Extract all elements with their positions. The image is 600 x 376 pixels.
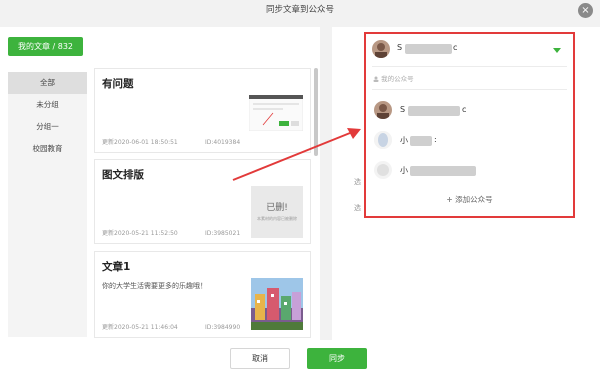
- account-item[interactable]: 小 :: [366, 128, 573, 153]
- account-name-suffix: c: [462, 105, 467, 114]
- article-card[interactable]: 文章1 你的大学生活需要更多的乐趣哦！ 更新2020-05-21 11:46:0…: [94, 251, 311, 338]
- article-title: 有问题: [102, 78, 134, 90]
- group-item-campus-education[interactable]: 校园教育: [8, 138, 87, 160]
- account-name-suffix: :: [434, 135, 437, 144]
- section-header: 我的公众号: [373, 73, 414, 83]
- divider: [372, 89, 567, 90]
- deleted-thumb-caption: 本素材的内容已被删除: [257, 216, 297, 221]
- account-item[interactable]: S c: [366, 98, 573, 123]
- divider: [372, 66, 567, 67]
- dialog-footer: 取消 同步: [0, 340, 600, 376]
- article-id: ID:3985021: [205, 230, 241, 237]
- group-list: 全部 未分组 分组一 校园教育: [8, 72, 87, 337]
- account-avatar: [374, 101, 392, 119]
- account-item[interactable]: 小: [366, 158, 573, 183]
- account-name: S: [400, 105, 406, 114]
- article-id: ID:4019384: [205, 139, 241, 146]
- account-name: 小: [400, 136, 408, 145]
- redacted-text: [408, 106, 460, 116]
- selected-account-suffix: c: [453, 43, 458, 52]
- redacted-text: [410, 166, 476, 176]
- article-thumbnail: [249, 95, 303, 131]
- account-avatar: [374, 131, 392, 149]
- account-avatar: [374, 161, 392, 179]
- close-icon[interactable]: ×: [578, 3, 593, 18]
- article-thumbnail: [251, 278, 303, 330]
- selected-account-name: S: [397, 43, 403, 52]
- user-icon: [373, 76, 379, 82]
- section-header-label: 我的公众号: [381, 75, 414, 83]
- article-card[interactable]: 图文排版 已删! 本素材的内容已被删除 更新2020-05-21 11:52:5…: [94, 159, 311, 244]
- article-date: 更新2020-05-21 11:52:50: [102, 230, 178, 237]
- redacted-text: [410, 136, 432, 146]
- my-articles-tab[interactable]: 我的文章 / 832: [8, 37, 83, 56]
- chevron-down-icon[interactable]: [553, 48, 561, 53]
- article-date: 更新2020-05-21 11:46:04: [102, 324, 178, 331]
- deleted-thumb-text: 已删!: [266, 203, 288, 213]
- add-account-button[interactable]: + 添加公众号: [366, 194, 573, 205]
- article-scrollbar[interactable]: [314, 68, 318, 156]
- option-label: 选: [354, 178, 361, 186]
- account-name: 小: [400, 166, 408, 175]
- sync-button[interactable]: 同步: [307, 348, 367, 369]
- article-title: 文章1: [102, 261, 131, 273]
- article-date: 更新2020-06-01 18:50:51: [102, 139, 178, 146]
- article-id: ID:3984990: [205, 324, 241, 331]
- add-account-label: 添加公众号: [455, 195, 493, 204]
- option-label: 选: [354, 204, 361, 212]
- account-avatar: [372, 40, 390, 58]
- article-description: 你的大学生活需要更多的乐趣哦！: [102, 282, 207, 290]
- dialog-header: 同步文章到公众号 ×: [0, 0, 600, 22]
- article-card[interactable]: 有问题 更新2020-06-01 18:50:51 ID:4019384: [94, 68, 311, 153]
- account-dropdown-highlight: S c 我的公众号 S c 小 : 小 + 添加公众号: [364, 32, 575, 218]
- article-thumbnail: 已删! 本素材的内容已被删除: [251, 186, 303, 238]
- plus-icon: +: [446, 195, 453, 204]
- redacted-text: [405, 44, 452, 54]
- group-item-all[interactable]: 全部: [8, 72, 87, 94]
- group-item-ungrouped[interactable]: 未分组: [8, 94, 87, 116]
- cancel-button[interactable]: 取消: [230, 348, 290, 369]
- article-title: 图文排版: [102, 169, 144, 181]
- account-select[interactable]: S c: [368, 36, 571, 63]
- dialog-title: 同步文章到公众号: [265, 5, 334, 15]
- group-item-group-one[interactable]: 分组一: [8, 116, 87, 138]
